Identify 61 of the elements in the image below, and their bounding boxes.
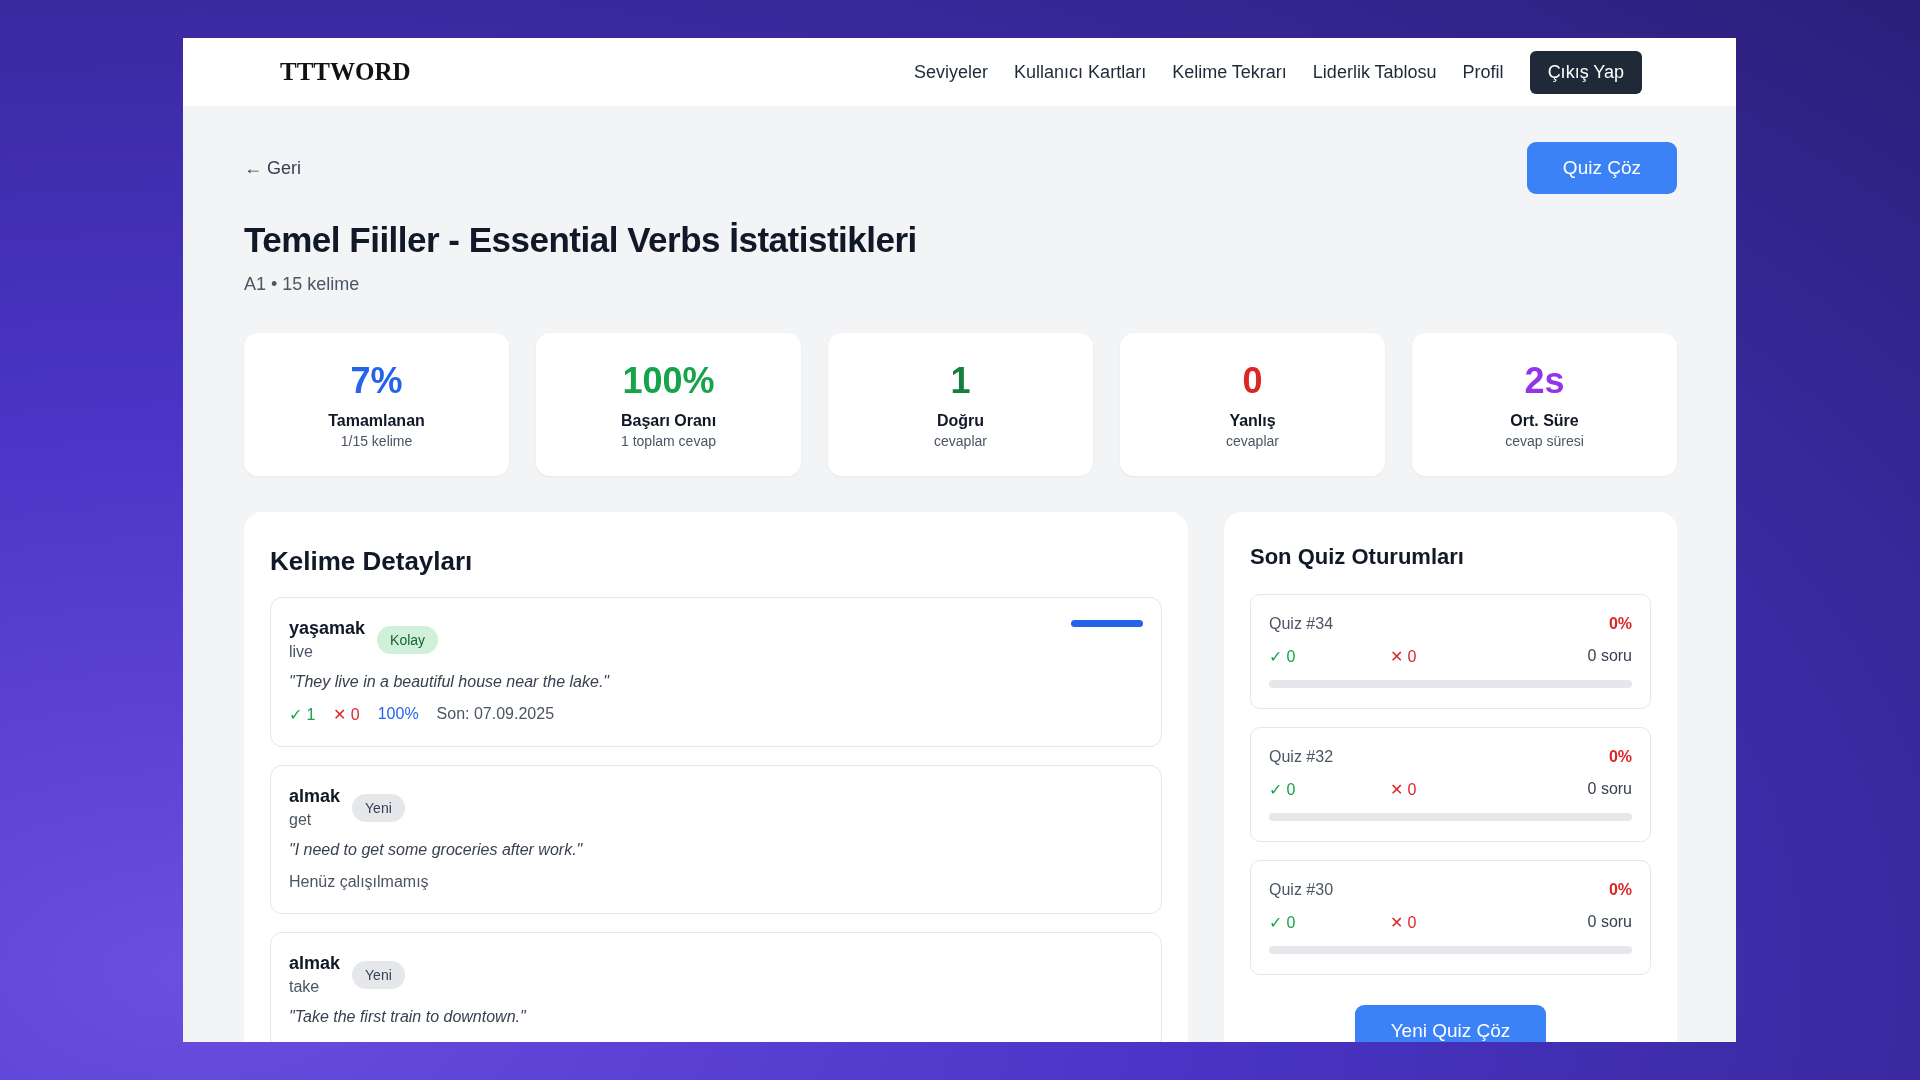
session-name: Quiz #34 [1269,615,1334,633]
wrong-count: ✕ 0 [1390,913,1418,932]
stat-label: Ort. Süre [1510,412,1579,430]
stat-caption: cevap süresi [1505,433,1584,449]
session-name: Quiz #30 [1269,881,1334,899]
stat-caption: cevaplar [934,433,987,449]
question-count: 0 soru [1586,647,1632,666]
stat-value: 2s [1524,360,1565,402]
nav-link[interactable]: Kelime Tekrarı [1172,61,1287,83]
difficulty-tag: Yeni [352,793,405,822]
correct-count: ✓ 0 [1269,780,1297,799]
word-text: almak [289,786,341,807]
nav-link[interactable]: Liderlik Tablosu [1312,61,1437,83]
question-count: 0 soru [1586,780,1632,799]
back-link[interactable]: ← Geri [244,157,301,179]
panel-title: Kelime Detayları [270,546,474,577]
logout-button[interactable]: Çıkış Yap [1529,50,1642,94]
wrong-count: ✕ 0 [333,705,360,724]
nav-link[interactable]: Profil [1462,61,1504,83]
stat-label: Doğru [936,412,985,430]
stat-value: 7% [350,360,403,402]
page-subtitle: A1 • 15 kelime [244,274,361,295]
new-quiz-button[interactable]: Yeni Quiz Çöz [1354,1005,1547,1042]
stat-label: Tamamlanan [328,412,425,430]
quiz-button[interactable]: Quiz Çöz [1526,142,1677,194]
word-meaning: take [289,978,321,996]
session-percent: 0% [1608,748,1632,766]
stat-caption: 1/15 kelime [340,433,413,449]
last-date: Son: 07.09.2025 [436,705,555,724]
example-sentence: "Take the first train to downtown." [289,1008,528,1026]
question-count: 0 soru [1586,913,1632,932]
session-name: Quiz #32 [1269,748,1334,766]
stat-caption: cevaplar [1226,433,1279,449]
word-meaning: get [289,811,313,829]
stat-value: 0 [1242,360,1263,402]
session-percent: 0% [1608,615,1632,633]
stat-caption: 1 toplam cevap [621,433,716,449]
word-meaning: live [289,643,314,661]
correct-count: ✓ 1 [289,705,316,724]
correct-count: ✓ 0 [1269,647,1297,666]
correct-count: ✓ 0 [1269,913,1297,932]
example-sentence: "They live in a beautiful house near the lake." [289,673,611,691]
nav-link[interactable]: Kullanıcı Kartları [1014,61,1147,83]
page-title: Temel Fiiller - Essential Verbs İstatistikleri [244,220,918,260]
wrong-count: ✕ 0 [1390,647,1418,666]
word-text: yaşamak [289,618,366,639]
difficulty-tag: Yeni [352,960,405,989]
example-sentence: "I need to get some groceries after work." [289,841,584,859]
difficulty-tag: Kolay [377,625,439,654]
stat-value: 1 [950,360,971,402]
stat-value: 100% [622,360,715,402]
panel-title: Son Quiz Oturumları [1250,544,1465,570]
logo[interactable]: TTTWORD [280,58,411,86]
word-text: almak [289,953,341,974]
success-rate: 100% [377,705,419,724]
status-note: Henüz çalışılmamış [289,873,430,891]
stat-label: Yanlış [1229,412,1276,430]
stat-label: Başarı Oranı [620,412,717,430]
session-percent: 0% [1608,881,1632,899]
wrong-count: ✕ 0 [1390,780,1418,799]
nav-link[interactable]: Seviyeler [914,61,989,83]
